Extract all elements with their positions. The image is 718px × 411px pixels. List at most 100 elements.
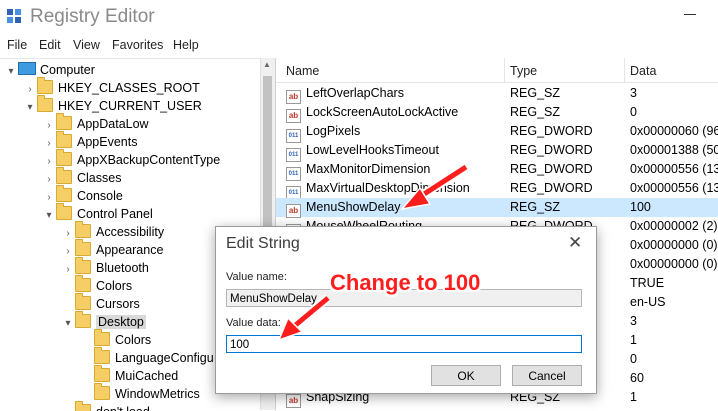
value-row[interactable]: 011 MaxMonitorDimension REG_DWORD 0x0000055… bbox=[276, 160, 718, 181]
chevron-down-icon[interactable]: ▾ bbox=[23, 99, 37, 117]
ok-button[interactable]: OK bbox=[431, 365, 501, 386]
value-name-cell: ab LockScreenAutoLockActive bbox=[286, 103, 458, 123]
folder-icon bbox=[94, 347, 110, 364]
folder-icon bbox=[37, 77, 53, 94]
value-data-cell: 0x00000060 (96) bbox=[630, 124, 718, 138]
tree-item-label: Control Panel bbox=[77, 207, 153, 221]
tree-item-label: Accessibility bbox=[96, 225, 165, 239]
value-name-text: MenuShowDelay bbox=[306, 200, 401, 214]
tree-item[interactable]: WindowMetrics bbox=[80, 383, 200, 403]
column-name[interactable]: Name bbox=[286, 64, 319, 78]
string-value-icon: ab bbox=[286, 90, 301, 104]
value-row[interactable]: 011 LogPixels REG_DWORD 0x00000060 (96) bbox=[276, 122, 718, 143]
title-bar: Registry Editor bbox=[0, 0, 718, 34]
scroll-up-icon[interactable]: ▲ bbox=[263, 60, 271, 69]
tree-item[interactable]: ▾ HKEY_CURRENT_USER bbox=[23, 95, 202, 117]
folder-icon bbox=[37, 95, 53, 112]
menu-view[interactable]: View bbox=[73, 38, 100, 52]
chevron-down-icon[interactable]: ▾ bbox=[4, 63, 18, 81]
folder-icon bbox=[75, 257, 91, 274]
value-type-cell: REG_SZ bbox=[510, 86, 561, 100]
value-type-cell: REG_DWORD bbox=[510, 124, 593, 138]
value-name-cell: ab LeftOverlapChars bbox=[286, 84, 404, 104]
value-name-text: LockScreenAutoLockActive bbox=[306, 105, 459, 119]
value-row[interactable]: ab LeftOverlapChars REG_SZ 3 bbox=[276, 84, 718, 104]
value-type-cell: REG_SZ bbox=[510, 105, 561, 119]
tree-item-label: Console bbox=[77, 189, 123, 203]
value-data-label: Value data: bbox=[226, 317, 281, 329]
column-divider[interactable] bbox=[504, 58, 505, 82]
folder-icon bbox=[94, 365, 110, 382]
tree-item[interactable]: ▾ Desktop bbox=[61, 311, 146, 333]
string-value-icon: ab bbox=[286, 109, 301, 123]
value-data-cell: 0x00000556 (1366 bbox=[630, 181, 718, 195]
tree-item[interactable]: › HKEY_CLASSES_ROOT bbox=[23, 77, 200, 97]
tree-item[interactable]: Colors bbox=[80, 329, 151, 349]
menu-favorites[interactable]: Favorites bbox=[112, 38, 163, 52]
menu-help[interactable]: Help bbox=[173, 38, 199, 52]
cancel-button[interactable]: Cancel bbox=[512, 365, 582, 386]
string-value-icon: ab bbox=[286, 204, 301, 218]
tree-item-label: Colors bbox=[96, 279, 133, 293]
value-data-field[interactable]: 100 bbox=[226, 335, 582, 353]
value-row[interactable]: 011 MaxVirtualDesktopDimension REG_DWORD 0x… bbox=[276, 179, 718, 200]
list-header: Name Type Data bbox=[276, 58, 718, 83]
value-type-cell: REG_DWORD bbox=[510, 162, 593, 176]
menu-file[interactable]: File bbox=[7, 38, 27, 52]
value-data-cell: 0x00000556 (1366 bbox=[630, 162, 718, 176]
value-data-cell: 0x00000002 (2) bbox=[630, 219, 718, 233]
tree-item[interactable]: ▾ Control Panel bbox=[42, 203, 153, 225]
tree-item[interactable]: Colors bbox=[61, 275, 133, 295]
dialog-title: Edit String bbox=[226, 235, 300, 252]
value-name-text: LeftOverlapChars bbox=[306, 86, 404, 100]
tree-item-label: Cursors bbox=[96, 297, 140, 311]
column-divider[interactable] bbox=[624, 58, 625, 82]
value-data-cell: TRUE bbox=[630, 276, 665, 290]
value-type-cell: REG_SZ bbox=[510, 200, 561, 214]
tree-item[interactable]: › AppXBackupContentType bbox=[42, 149, 220, 169]
value-row[interactable]: ab MenuShowDelay REG_SZ 100 bbox=[276, 198, 718, 218]
folder-icon bbox=[56, 113, 72, 130]
folder-icon bbox=[75, 239, 91, 256]
tree-item[interactable]: Cursors bbox=[61, 293, 140, 313]
value-row[interactable]: ab LockScreenAutoLockActive REG_SZ 0 bbox=[276, 103, 718, 123]
chevron-down-icon[interactable]: ▾ bbox=[42, 207, 56, 225]
tree-item-label: Classes bbox=[77, 171, 122, 185]
window-title: Registry Editor bbox=[30, 6, 155, 27]
string-value-icon: ab bbox=[286, 394, 301, 408]
value-data-cell: 0 bbox=[630, 352, 637, 366]
tree-item[interactable]: ▾ Computer bbox=[4, 61, 95, 79]
value-data-cell: 0 bbox=[630, 105, 637, 119]
tree-item-label: Bluetooth bbox=[96, 261, 149, 275]
value-name-cell: ab MenuShowDelay bbox=[286, 198, 401, 218]
value-data-cell: 60 bbox=[630, 371, 644, 385]
tree-item[interactable]: › Classes bbox=[42, 167, 122, 187]
value-data-cell: 0x00001388 (5000 bbox=[630, 143, 718, 157]
value-name-text: MaxVirtualDesktopDimension bbox=[306, 181, 470, 195]
menu-edit[interactable]: Edit bbox=[39, 38, 61, 52]
value-row[interactable]: 011 LowLevelHooksTimeout REG_DWORD 0x000013… bbox=[276, 141, 718, 162]
registry-editor-icon bbox=[7, 9, 21, 23]
value-type-cell: REG_DWORD bbox=[510, 181, 593, 195]
value-name-cell: 011 LogPixels bbox=[286, 122, 360, 143]
tree-item[interactable]: › Console bbox=[42, 185, 123, 205]
computer-icon bbox=[18, 62, 36, 75]
value-data-cell: 1 bbox=[630, 390, 637, 404]
annotation-text: Change to 100 bbox=[330, 270, 481, 295]
minimize-button[interactable] bbox=[676, 0, 718, 30]
tree-item-label: HKEY_CLASSES_ROOT bbox=[58, 81, 200, 95]
column-data[interactable]: Data bbox=[630, 64, 656, 78]
chevron-down-icon[interactable]: ▾ bbox=[61, 315, 75, 333]
close-icon[interactable]: ✕ bbox=[568, 233, 582, 253]
value-name-cell: 011 MaxMonitorDimension bbox=[286, 160, 430, 181]
column-type[interactable]: Type bbox=[510, 64, 537, 78]
tree-item-label: Desktop bbox=[96, 315, 146, 329]
value-data-cell: 1 bbox=[630, 333, 637, 347]
folder-icon bbox=[56, 167, 72, 184]
folder-icon bbox=[56, 203, 72, 220]
folder-icon bbox=[56, 149, 72, 166]
value-data-cell: 3 bbox=[630, 314, 637, 328]
folder-icon bbox=[94, 383, 110, 400]
tree-item-label: AppEvents bbox=[77, 135, 138, 149]
tree-item[interactable]: › Bluetooth bbox=[61, 257, 149, 277]
